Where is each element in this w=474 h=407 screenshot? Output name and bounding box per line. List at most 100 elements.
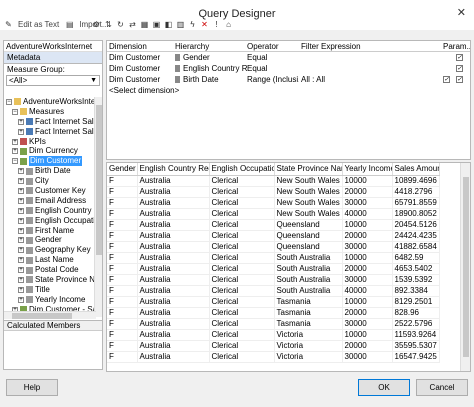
tree-item[interactable]: + KPIs xyxy=(4,137,95,147)
filter-dimension[interactable]: Dim Customer xyxy=(109,63,171,74)
toggle-icon[interactable]: ⇄ xyxy=(128,20,137,29)
table-icon[interactable]: ▦ xyxy=(140,20,149,29)
tree-item[interactable]: + Geography Key xyxy=(4,245,95,255)
tree-item[interactable]: − Measures xyxy=(4,107,95,117)
arrange-icon[interactable]: ⇅ xyxy=(104,20,113,29)
filter-row[interactable]: Dim Customer English Country R...Equal ✓ xyxy=(107,63,470,74)
filter-dimension[interactable]: Dim Customer xyxy=(109,74,171,85)
expander-icon[interactable]: + xyxy=(12,138,18,145)
tree-item[interactable]: + Title xyxy=(4,285,95,295)
filter-hierarchy[interactable]: Birth Date xyxy=(175,74,247,85)
save-icon[interactable]: ▣ xyxy=(152,20,161,29)
filter-row[interactable]: Dim Customer Gender Equal ✓ xyxy=(107,52,470,63)
table-cell: F xyxy=(107,285,138,297)
expander-icon[interactable]: + xyxy=(18,207,24,214)
filter-operator[interactable]: Equal xyxy=(247,52,299,63)
refresh-icon[interactable]: ↻ xyxy=(116,20,125,29)
expander-icon[interactable]: + xyxy=(18,178,24,185)
expander-icon[interactable]: + xyxy=(18,286,24,293)
expander-icon[interactable]: + xyxy=(18,247,24,254)
expander-icon[interactable]: + xyxy=(18,227,24,234)
select-dimension-placeholder[interactable]: <Select dimension> xyxy=(109,85,229,96)
ok-button[interactable]: OK xyxy=(358,379,410,396)
edit-as-text-button[interactable]: Edit as Text xyxy=(18,20,59,29)
tree-item[interactable]: + Birth Date xyxy=(4,166,95,176)
tree-item[interactable]: + Last Name xyxy=(4,255,95,265)
tree-item[interactable]: + Fact Internet Sales Re xyxy=(4,127,95,137)
expander-icon[interactable]: + xyxy=(12,148,18,155)
filter-placeholder-row[interactable]: <Select dimension> xyxy=(107,85,470,96)
tree-item[interactable]: + Postal Code xyxy=(4,265,95,275)
expander-icon[interactable]: + xyxy=(18,276,24,283)
results-column-header[interactable]: English Occupation xyxy=(209,163,275,176)
results-column-header[interactable]: Gender xyxy=(107,163,138,176)
measure-group-select[interactable]: <All> ▼ xyxy=(6,75,100,86)
help-button[interactable]: Help xyxy=(6,379,58,396)
close-icon[interactable]: ✕ xyxy=(457,6,466,19)
delete-icon[interactable]: ✕ xyxy=(200,20,209,29)
expander-icon[interactable]: + xyxy=(18,237,24,244)
lightning-icon[interactable]: ϟ xyxy=(188,20,197,29)
tree-item-label: AdventureWorksInternetS xyxy=(23,97,95,106)
tree-item[interactable]: + Yearly Income xyxy=(4,295,95,305)
tree-item[interactable]: + Gender xyxy=(4,235,95,245)
filter-dimension[interactable]: Dim Customer xyxy=(109,52,171,63)
filter-hierarchy[interactable]: English Country R... xyxy=(175,63,247,74)
parameter-checkbox[interactable]: ✓ xyxy=(456,54,463,62)
tree-item[interactable]: + First Name xyxy=(4,226,95,236)
filter-row[interactable]: Dim Customer Birth Date Range (Inclusi...A… xyxy=(107,74,470,85)
table-cell: F xyxy=(107,318,138,330)
expander-icon[interactable]: + xyxy=(18,187,24,194)
results-vertical-scrollbar[interactable] xyxy=(460,163,470,371)
expander-icon[interactable]: − xyxy=(6,98,12,105)
design-mode-icon[interactable]: ⌂ xyxy=(224,20,233,29)
tree-item[interactable]: + State Province Name xyxy=(4,275,95,285)
table-cell: New South Wales xyxy=(274,208,343,220)
tree-item[interactable]: + Customer Key xyxy=(4,186,95,196)
results-column-header[interactable]: English Country Regi... xyxy=(137,163,210,176)
scroll-thumb[interactable] xyxy=(12,313,72,319)
filter-operator[interactable]: Equal xyxy=(247,63,299,74)
expander-icon[interactable]: + xyxy=(18,118,24,125)
tree-horizontal-scrollbar[interactable] xyxy=(4,311,96,319)
tree-vertical-scrollbar[interactable] xyxy=(94,97,102,317)
calculation-icon[interactable]: ▥ xyxy=(176,20,185,29)
scroll-thumb[interactable] xyxy=(463,177,469,357)
expander-icon[interactable]: + xyxy=(18,217,24,224)
parameter-checkbox[interactable]: ✓ xyxy=(456,65,463,73)
expander-icon[interactable]: − xyxy=(12,158,18,165)
tree-item[interactable]: − AdventureWorksInternetS xyxy=(4,97,95,107)
expander-icon[interactable]: + xyxy=(18,267,24,274)
expander-icon[interactable]: − xyxy=(12,108,18,115)
run-icon[interactable]: ! xyxy=(212,20,221,29)
results-column-header[interactable]: Yearly Income xyxy=(342,163,393,176)
expander-icon[interactable]: + xyxy=(18,257,24,264)
expander-icon[interactable]: + xyxy=(18,168,24,175)
scroll-thumb[interactable] xyxy=(96,105,102,255)
expander-icon[interactable]: + xyxy=(18,197,24,204)
results-column-header[interactable]: State Province Name xyxy=(274,163,343,176)
tree-item[interactable]: + City xyxy=(4,176,95,186)
expander-icon[interactable]: + xyxy=(18,128,24,135)
tree-item[interactable]: + English Occupation xyxy=(4,216,95,226)
filter-expression[interactable]: All : All xyxy=(301,74,439,85)
filter-icon[interactable]: ⚙ xyxy=(92,20,101,29)
results-column-header[interactable]: Sales Amount xyxy=(392,163,440,176)
filter-hierarchy[interactable]: Gender xyxy=(175,52,247,63)
tree-item[interactable]: + English Country Regi xyxy=(4,206,95,216)
parameter-checkbox[interactable]: ✓ xyxy=(456,76,463,84)
tree-item[interactable]: + Dim Currency xyxy=(4,146,95,156)
filter-operator[interactable]: Range (Inclusi... xyxy=(247,74,299,85)
expander-icon[interactable]: + xyxy=(18,296,24,303)
tree-item[interactable]: + Email Address xyxy=(4,196,95,206)
table-cell: F xyxy=(107,263,138,275)
table-cell: 30000 xyxy=(342,241,393,253)
tree-item[interactable]: − Dim Customer xyxy=(4,156,95,167)
tree-item[interactable]: + Fact Internet Sales xyxy=(4,117,95,127)
cancel-button[interactable]: Cancel xyxy=(416,379,468,396)
dimension-icon[interactable]: ◧ xyxy=(164,20,173,29)
cube-selector[interactable]: AdventureWorksInternet xyxy=(4,41,102,52)
tab-metadata[interactable]: Metadata xyxy=(4,52,102,64)
table-cell: 828.96 xyxy=(392,307,440,319)
parameter-checkbox[interactable]: ✓ xyxy=(443,76,450,84)
